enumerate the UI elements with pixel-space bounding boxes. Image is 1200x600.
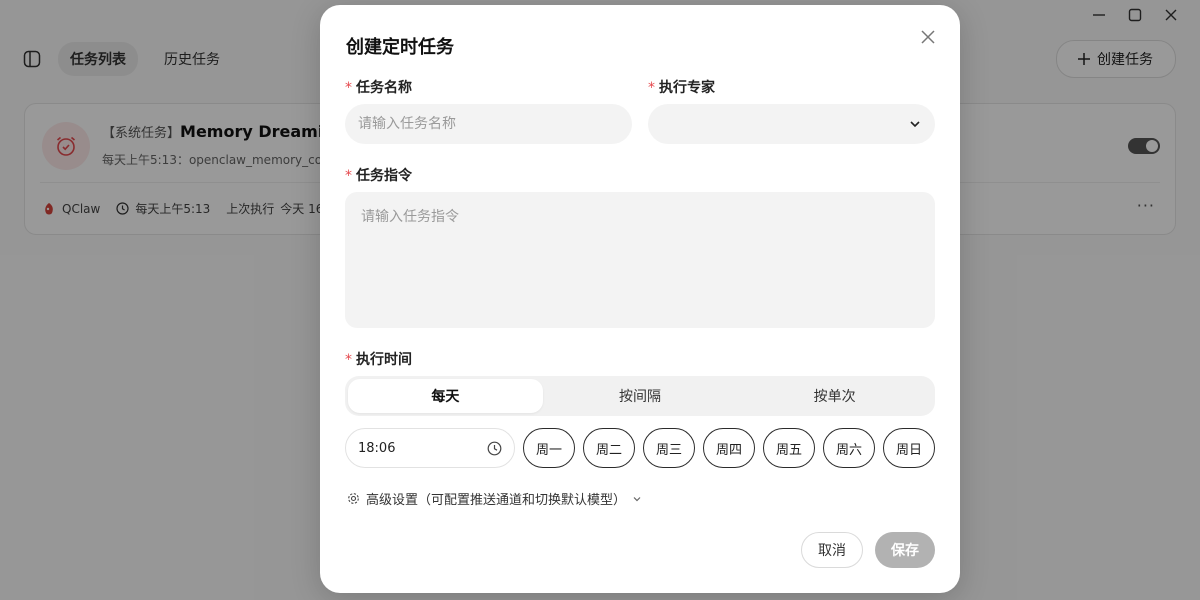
task-name-label-text: 任务名称	[356, 80, 412, 96]
mode-once[interactable]: 按单次	[737, 379, 932, 413]
expert-select[interactable]	[648, 104, 935, 144]
instruction-textarea[interactable]	[345, 192, 935, 328]
task-name-input[interactable]	[345, 104, 632, 144]
schedule-mode-selector: 每天 按间隔 按单次	[345, 376, 935, 416]
cancel-button[interactable]: 取消	[801, 532, 863, 568]
weekday-tue[interactable]: 周二	[583, 428, 635, 468]
advanced-settings-label: 高级设置（可配置推送通道和切换默认模型）	[366, 493, 627, 508]
weekday-mon[interactable]: 周一	[523, 428, 575, 468]
task-name-label: * 任务名称	[345, 77, 412, 97]
create-task-dialog: 创建定时任务 *任务名称 *执行专家 *任务指令 *执行时间 每天 按间隔 按单…	[320, 5, 960, 593]
weekday-fri[interactable]: 周五	[763, 428, 815, 468]
advanced-settings-toggle[interactable]: 高级设置（可配置推送通道和切换默认模型）	[347, 489, 642, 508]
gear-icon	[348, 493, 359, 504]
mode-interval[interactable]: 按间隔	[543, 379, 738, 413]
time-label: * 执行时间	[345, 349, 412, 369]
expert-label: * 执行专家	[648, 77, 715, 97]
chevron-down-icon	[910, 121, 920, 128]
instruction-label: * 任务指令	[345, 165, 412, 185]
instruction-label-text: 任务指令	[356, 168, 412, 184]
time-label-text: 执行时间	[356, 352, 412, 368]
required-mark: *	[345, 352, 352, 368]
weekday-wed[interactable]: 周三	[643, 428, 695, 468]
weekday-sat[interactable]: 周六	[823, 428, 875, 468]
dialog-title: 创建定时任务	[346, 37, 454, 58]
time-picker[interactable]: 18:06	[345, 428, 515, 468]
weekday-sun[interactable]: 周日	[883, 428, 935, 468]
weekday-thu[interactable]: 周四	[703, 428, 755, 468]
expert-label-text: 执行专家	[659, 80, 715, 96]
time-value: 18:06	[358, 440, 396, 456]
required-mark: *	[345, 168, 352, 184]
close-icon[interactable]	[918, 27, 938, 47]
required-mark: *	[648, 80, 655, 96]
chevron-down-icon	[633, 496, 641, 501]
save-button[interactable]: 保存	[875, 532, 935, 568]
weekday-selector: 周一 周二 周三 周四 周五 周六 周日	[523, 428, 935, 468]
clock-icon	[487, 441, 502, 455]
required-mark: *	[345, 80, 352, 96]
mode-daily[interactable]: 每天	[348, 379, 543, 413]
